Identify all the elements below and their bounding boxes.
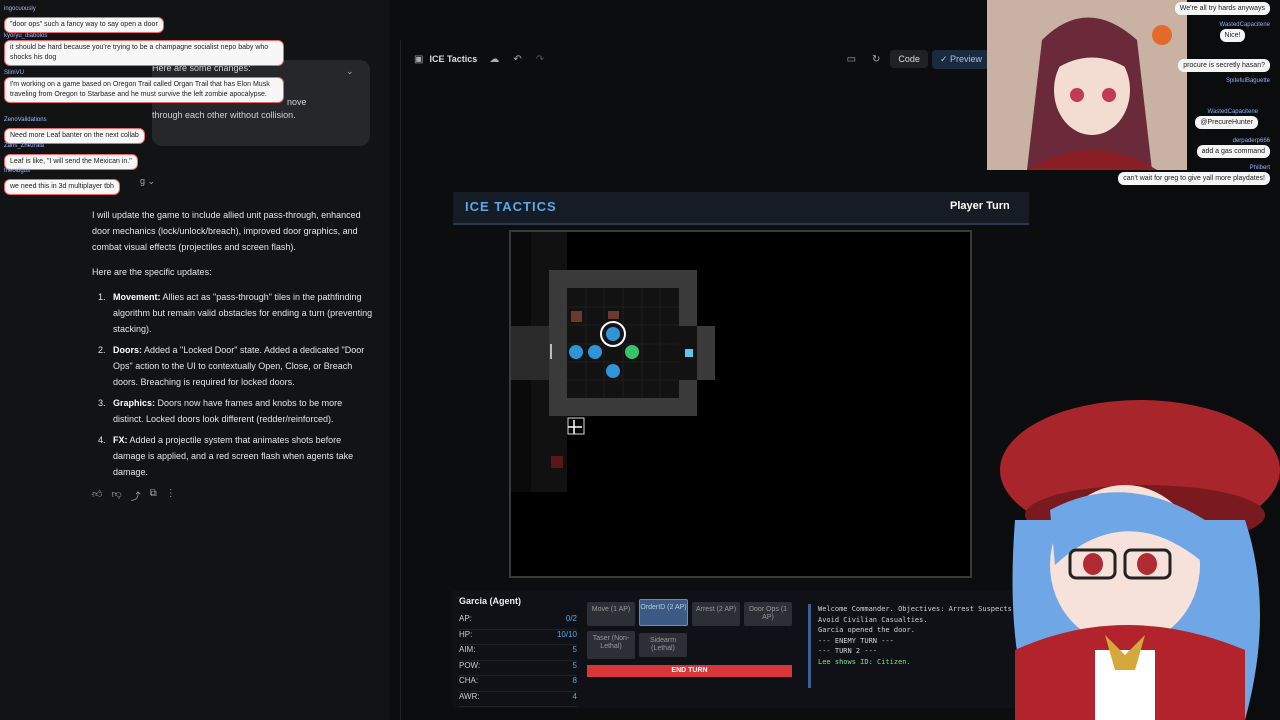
blood-mark: [551, 456, 563, 468]
preview-button[interactable]: ✓ Preview: [931, 49, 990, 69]
move-action-button[interactable]: Move (1 AP): [587, 602, 635, 626]
list-item: 2. Doors: Added a "Locked Door" state. Ad…: [98, 345, 365, 387]
order-id-action-button[interactable]: OrderID (2 AP): [639, 599, 688, 626]
thumbs-down-icon[interactable]: 👎︎: [111, 488, 121, 503]
sidearm-action-button[interactable]: Sidearm (Lethal): [639, 633, 687, 657]
feedback-bar: 👍︎ 👎︎ ⤴ ⧉ ⋮: [92, 488, 176, 503]
code-button[interactable]: Code: [890, 50, 928, 68]
refresh-icon[interactable]: ↻: [872, 54, 880, 65]
stat-row: POW: 5: [459, 661, 577, 676]
stream-chat-message: WastedCapacitene Nice!: [1219, 22, 1270, 42]
arrest-action-button[interactable]: Arrest (2 AP): [692, 602, 740, 626]
stream-chat-message: Philbert can't wait for greg to give yall…: [1118, 165, 1270, 185]
screen-icon[interactable]: ▭: [847, 54, 856, 65]
stream-chat-message: Zaris_Zhezrala Leaf is like, "I will sen…: [4, 143, 138, 170]
game-title: ICE TACTICS: [465, 199, 557, 214]
webcam-avatar: [987, 0, 1187, 170]
list-item: 4. FX: Added a projectile system that ani…: [98, 435, 354, 477]
list-item: 1. Movement: Allies act as "pass-through"…: [98, 292, 373, 334]
app-name: ICE Tactics: [429, 54, 478, 64]
undo-icon[interactable]: ↶: [513, 54, 521, 65]
more-icon[interactable]: ⋮: [166, 488, 176, 503]
share-icon[interactable]: ⤴: [131, 488, 141, 503]
stream-chat-message: We're all try hards anyways: [1174, 2, 1270, 15]
response-intro: I will update the game to include allied…: [92, 210, 361, 252]
stat-row: AWR: 4: [459, 692, 577, 707]
stream-chat-message: ingocuously "door ops" such a fancy way …: [4, 6, 164, 33]
door: [550, 344, 552, 359]
vtuber-avatar-main: [1000, 400, 1280, 720]
copy-icon[interactable]: ⧉: [150, 488, 157, 503]
app-toolbar: ▣ ICE Tactics ☁ ↶ ↷ ▭ ↻ Code ✓ Preview: [400, 40, 990, 78]
previous-message-line: nove: [287, 97, 307, 107]
stream-chat-message: SpitefulBaguette: [1225, 78, 1270, 84]
stream-chat-message: theoldgus we need this in 3d multiplayer…: [4, 168, 120, 195]
door-knob: [685, 349, 693, 357]
app-icon: ▣: [414, 53, 424, 65]
unit-name: Garcia (Agent): [459, 596, 522, 606]
agent-unit: [588, 345, 602, 359]
stream-chat-message: kyoryu_diabolos it should be hard becaus…: [4, 33, 284, 66]
taser-action-button[interactable]: Taser (Non-Lethal): [587, 631, 635, 659]
stream-chat-message: WastedCapacitene @PrecureHunter: [1195, 109, 1258, 129]
thinking-toggle[interactable]: g ⌄: [140, 176, 155, 187]
list-item: 3. Graphics: Doors now have frames and kn…: [98, 398, 343, 424]
agent-unit: [606, 364, 620, 378]
civilian-unit: [625, 345, 639, 359]
redo-icon[interactable]: ↷: [536, 54, 544, 65]
cursor-tile: [567, 417, 585, 435]
crate: [571, 311, 582, 322]
response-lead: Here are the specific updates:: [92, 267, 212, 277]
stat-row: CHA: 8: [459, 676, 577, 692]
door-ops-action-button[interactable]: Door Ops (1 AP): [744, 602, 792, 626]
assistant-response: I will update the game to include allied…: [92, 207, 374, 485]
agent-unit: [569, 345, 583, 359]
stream-chat-message: derpaderp666 add a gas command: [1196, 138, 1270, 158]
agent-unit: [606, 327, 620, 341]
cloud-icon[interactable]: ☁: [489, 54, 499, 65]
wall: [697, 326, 715, 380]
turn-indicator: Player Turn: [950, 200, 1010, 212]
stream-chat-message: SlimVU I'm working on a game based on Or…: [4, 70, 284, 103]
stat-row: HP: 10/10: [459, 630, 577, 645]
game-board[interactable]: [509, 230, 972, 578]
stream-chat-message: procure is secretly hasan?: [1178, 59, 1270, 72]
vtuber-avatar-top: [987, 0, 1187, 170]
stream-chat-message: ZenoValidations Need more Leaf banter on…: [4, 117, 145, 144]
end-turn-button[interactable]: END TURN: [587, 665, 792, 677]
crate: [608, 311, 619, 319]
previous-message-line: through each other without collision.: [152, 110, 296, 120]
unit-stats: Garcia (Agent) AP: 0/2 HP: 10/10 AIM: 5 POW…: [459, 596, 577, 707]
thumbs-up-icon[interactable]: 👍︎: [92, 488, 102, 503]
board-map[interactable]: [511, 232, 970, 576]
assistant-chat-pane: Here are some changes: nove through each…: [0, 0, 390, 720]
chevron-down-icon[interactable]: ⌄: [346, 66, 354, 77]
updates-list: 1. Movement: Allies act as "pass-through"…: [92, 289, 374, 480]
stat-row: AP: 0/2: [459, 614, 577, 630]
stat-row: AIM: 5: [459, 645, 577, 661]
wall: [511, 326, 549, 380]
